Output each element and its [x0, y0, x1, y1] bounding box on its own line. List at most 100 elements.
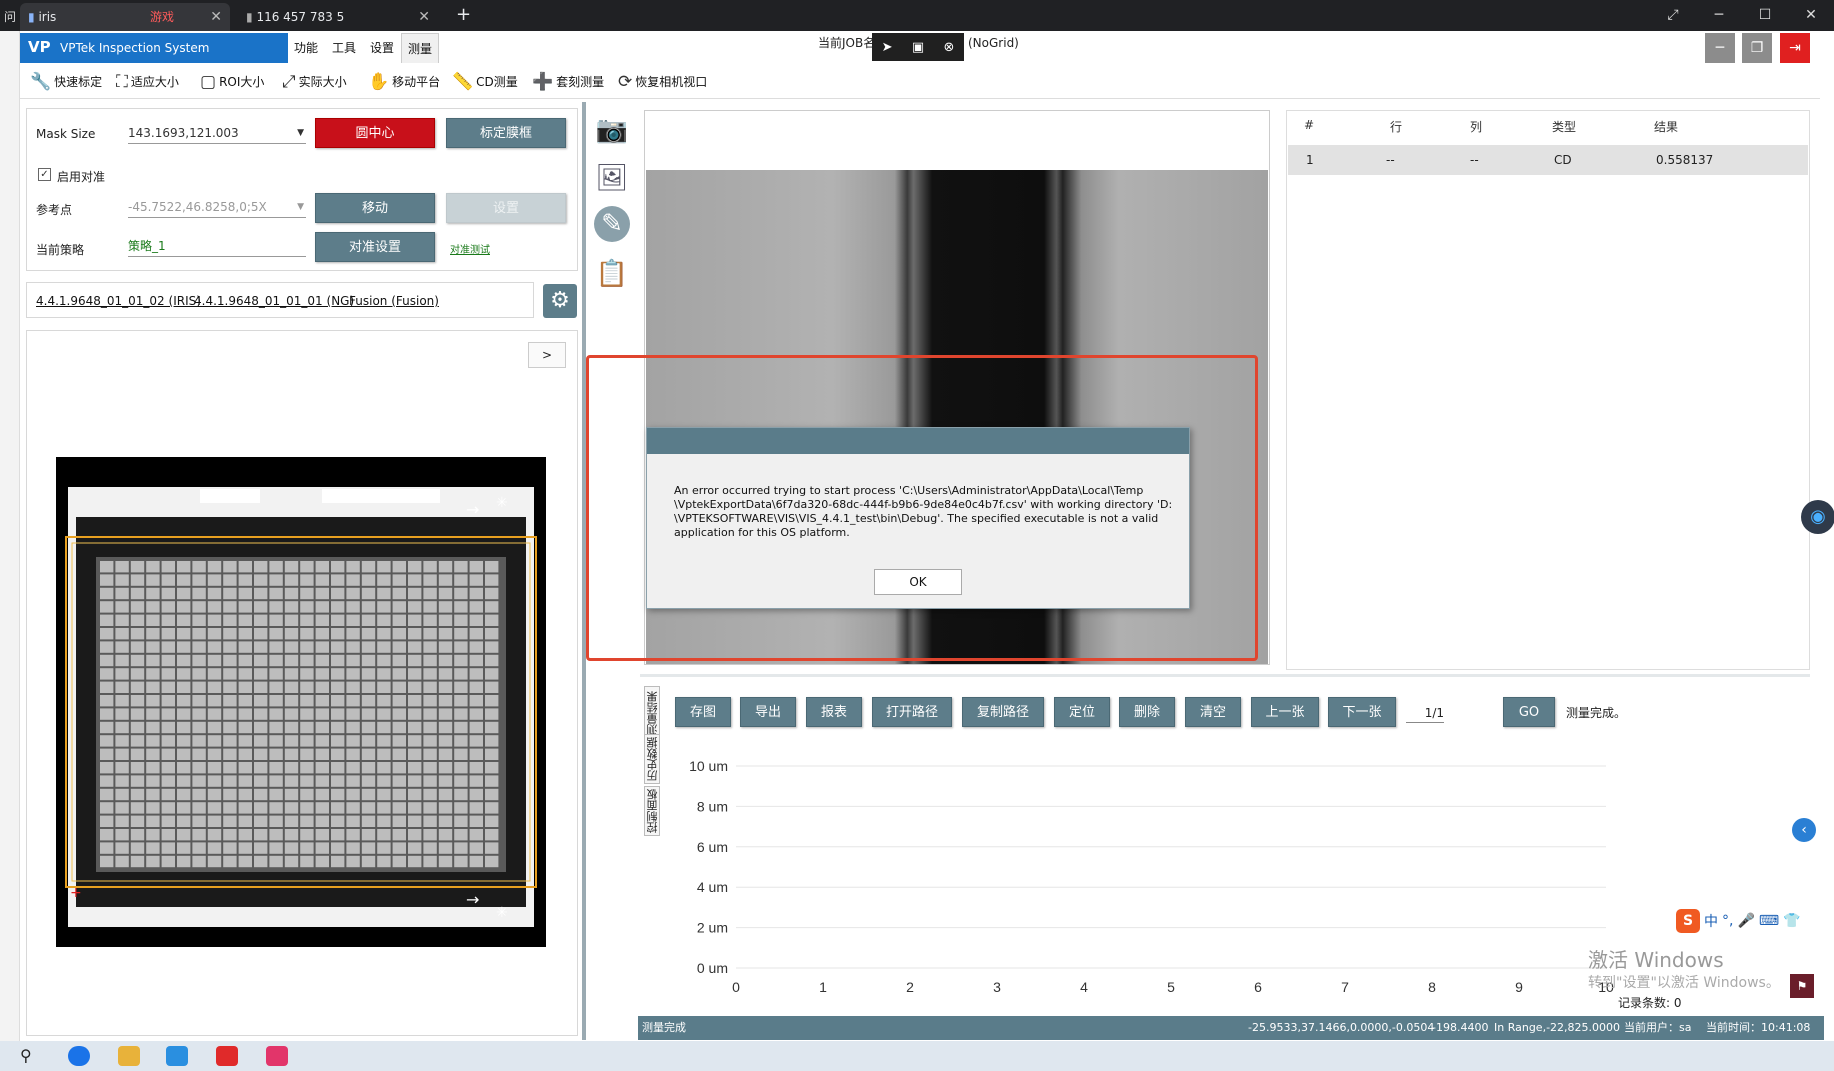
recipe-link-iris[interactable]: 4.4.1.9648_01_01_02 (IRIS): [36, 294, 201, 308]
align-settings-button[interactable]: 对准设置: [315, 232, 435, 262]
go-button[interactable]: GO: [1503, 697, 1555, 727]
actual-size-tool[interactable]: ⤢ 实际大小: [282, 68, 347, 96]
image-chart-icon[interactable]: 🖼: [594, 160, 630, 196]
ref-point-field[interactable]: -45.7522,46.8258,0;5X ▼: [128, 196, 306, 218]
roi-size-tool[interactable]: ▢ ROI大小: [200, 68, 264, 96]
collapse-arrow-icon[interactable]: ‹: [1792, 818, 1816, 842]
browser-tab-iris[interactable]: ▮ iris 游戏 ✕: [20, 3, 230, 31]
die: [161, 587, 175, 600]
browser-tab-2[interactable]: ▮ 116 457 783 5 ✕: [238, 3, 438, 31]
menu-settings[interactable]: 设置: [364, 33, 400, 63]
delete-button[interactable]: 删除: [1119, 697, 1175, 727]
report-button[interactable]: 报表: [806, 697, 862, 727]
die: [177, 641, 191, 653]
save-image-button[interactable]: 存图: [675, 697, 731, 727]
table-row[interactable]: [1288, 145, 1808, 175]
die: [300, 695, 314, 707]
wps-icon[interactable]: [216, 1046, 238, 1066]
camera-icon[interactable]: 📷: [594, 112, 630, 148]
die: [331, 628, 345, 640]
chevron-down-icon: ▼: [297, 202, 304, 212]
minimize-icon[interactable]: ─: [1696, 0, 1742, 31]
tab-control-panel[interactable]: 控制面板: [644, 786, 660, 836]
die: [300, 788, 314, 801]
locate-button[interactable]: 定位: [1054, 697, 1110, 727]
measure-tool-icon[interactable]: ✎: [594, 206, 630, 242]
die: [408, 829, 422, 841]
move-stage-tool[interactable]: ✋ 移动平台: [368, 68, 440, 96]
restore-camera-view-tool[interactable]: ⟳ 恢复相机视口: [618, 68, 707, 96]
cd-measure-tool[interactable]: 📏 CD测量: [452, 68, 518, 96]
die: [438, 775, 453, 787]
die: [454, 775, 468, 787]
set-button[interactable]: 设置: [446, 193, 566, 223]
report-clock-icon[interactable]: 📋: [594, 256, 630, 292]
close-window-icon[interactable]: ✕: [1788, 0, 1834, 31]
copy-path-button[interactable]: 复制路径: [962, 697, 1044, 727]
screen-icon[interactable]: ▣: [912, 40, 924, 55]
mask-size-field[interactable]: 143.1693,121.003 ▼: [128, 122, 306, 144]
app-minimize-button[interactable]: ─: [1705, 33, 1735, 63]
die: [392, 815, 406, 827]
clear-button[interactable]: 清空: [1185, 697, 1241, 727]
menu-function[interactable]: 功能: [288, 33, 324, 63]
app-exit-button[interactable]: ⇥: [1780, 33, 1810, 63]
open-path-button[interactable]: 打开路径: [872, 697, 952, 727]
die: [469, 574, 483, 586]
wafer-map-image[interactable]: → ✳ → ✳ +: [56, 457, 546, 947]
fit-size-tool[interactable]: ⛶ 适应大小: [116, 68, 179, 96]
page-indicator[interactable]: 1/1: [1406, 703, 1444, 723]
recipe-link-fusion[interactable]: Fusion (Fusion): [349, 294, 439, 308]
close-icon[interactable]: ✕: [210, 3, 222, 31]
expand-button[interactable]: >: [528, 342, 566, 368]
die: [377, 775, 391, 787]
menu-tools[interactable]: 工具: [326, 33, 362, 63]
browser-taskbar-icon[interactable]: [68, 1046, 90, 1066]
strategy-field[interactable]: 策略_1: [128, 235, 306, 257]
current-time: 当前时间：10:41:08: [1706, 1021, 1811, 1034]
app-taskbar-icon[interactable]: [166, 1046, 188, 1066]
die: [300, 748, 314, 760]
fit-icon: ⛶: [116, 72, 128, 92]
pip-icon[interactable]: ⤢: [1650, 0, 1696, 31]
die: [161, 775, 175, 787]
align-test-link[interactable]: 对准测试: [450, 241, 490, 256]
ime-toolbar[interactable]: S 中 °, 🎤 ⌨ 👕: [1676, 906, 1834, 936]
circle-center-button[interactable]: 圆中心: [315, 118, 435, 148]
app-restore-button[interactable]: ❐: [1742, 33, 1772, 63]
overlay-measure-tool[interactable]: ➕ 套刻测量: [532, 68, 604, 96]
recipe-link-ng[interactable]: 4.4.1.9648_01_01_01 (NG): [194, 294, 354, 308]
search-icon[interactable]: ⚲: [20, 1046, 42, 1066]
close-circle-icon[interactable]: ⊗: [943, 40, 954, 55]
switch-recipe-icon[interactable]: ⚙: [543, 284, 577, 318]
cell-col: --: [1470, 153, 1479, 167]
ref-point-value: -45.7522,46.8258,0;5X: [128, 200, 267, 214]
die: [130, 829, 145, 841]
die: [192, 815, 206, 827]
die: [469, 775, 483, 787]
move-button[interactable]: 移动: [315, 193, 435, 223]
export-button[interactable]: 导出: [740, 697, 796, 727]
die: [361, 574, 376, 586]
tab-history-data[interactable]: 历史数据: [644, 734, 660, 784]
die: [469, 681, 483, 693]
calibrate-frame-button[interactable]: 标定膜框: [446, 118, 566, 148]
assistant-bubble-icon[interactable]: ◉: [1801, 500, 1834, 534]
new-tab-button[interactable]: +: [456, 4, 471, 25]
next-button[interactable]: 下一张: [1328, 697, 1396, 727]
send-icon[interactable]: ➤: [882, 40, 893, 55]
folder-icon[interactable]: [118, 1046, 140, 1066]
enable-align-checkbox[interactable]: ✓: [38, 168, 51, 181]
flag-icon[interactable]: ⚑: [1790, 974, 1814, 998]
menu-measure[interactable]: 测量: [401, 33, 440, 63]
die: [408, 721, 422, 734]
prev-button[interactable]: 上一张: [1251, 697, 1319, 727]
die: [238, 695, 252, 707]
tab-label: iris: [38, 10, 57, 24]
die: [469, 708, 483, 720]
tab-measure-results[interactable]: 测量结果: [644, 686, 660, 740]
maximize-icon[interactable]: ☐: [1742, 0, 1788, 31]
close-icon[interactable]: ✕: [418, 3, 430, 31]
quick-calibrate-tool[interactable]: 🔧 快速标定: [30, 68, 102, 96]
pinned-app-icon[interactable]: [266, 1046, 288, 1066]
